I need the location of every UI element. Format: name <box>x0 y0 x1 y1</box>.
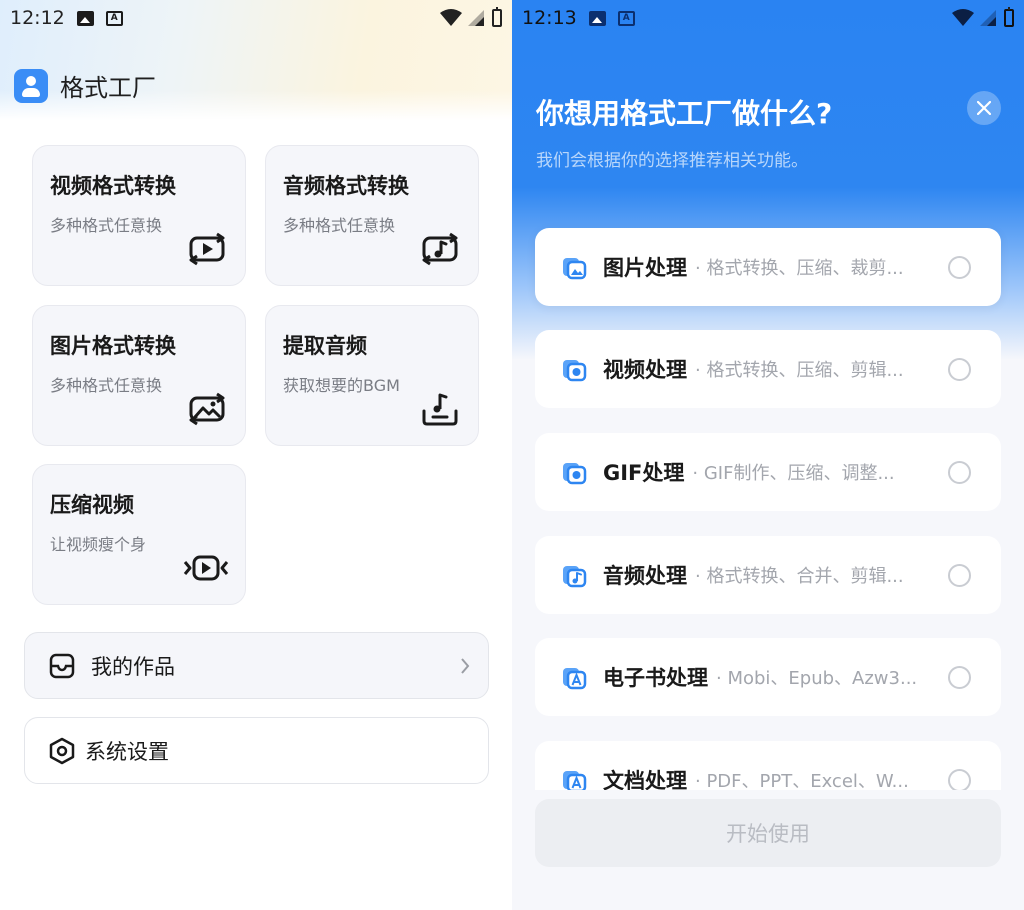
audio-process-icon <box>563 566 587 588</box>
option-name: 图片处理 <box>603 256 687 280</box>
card-subtitle: 多种格式任意换 <box>50 376 163 395</box>
gallery-notification-icon <box>76 10 94 26</box>
video-convert-icon <box>189 232 225 266</box>
compress-video-icon <box>183 555 229 581</box>
option-radio[interactable] <box>948 358 971 381</box>
option-radio[interactable] <box>948 461 971 484</box>
option-radio[interactable] <box>948 256 971 279</box>
card-image-convert[interactable]: 图片格式转换 多种格式任意换 <box>32 305 246 446</box>
card-subtitle: 多种格式任意换 <box>50 216 163 235</box>
card-title: 压缩视频 <box>50 493 134 517</box>
card-title: 视频格式转换 <box>50 174 176 198</box>
card-subtitle: 多种格式任意换 <box>283 216 396 235</box>
gif-process-icon <box>563 463 587 485</box>
start-button[interactable]: 开始使用 <box>535 799 1001 867</box>
option-image-process[interactable]: 图片处理 · 格式转换、压缩、裁剪... <box>535 228 1001 306</box>
card-extract-audio[interactable]: 提取音频 获取想要的BGM <box>265 305 479 446</box>
signal-icon <box>468 10 484 26</box>
option-description: · GIF制作、压缩、调整... <box>692 463 895 484</box>
status-bar: 12:12 A <box>0 0 512 36</box>
option-radio[interactable] <box>948 769 971 790</box>
option-description: · Mobi、Epub、Azw3... <box>716 668 918 689</box>
card-subtitle: 获取想要的BGM <box>283 376 400 395</box>
ebook-process-icon <box>563 668 587 690</box>
document-process-icon <box>563 771 587 790</box>
inbox-icon <box>49 653 75 678</box>
card-title: 图片格式转换 <box>50 334 176 358</box>
card-title: 提取音频 <box>283 334 367 358</box>
option-name: 音频处理 <box>603 564 687 588</box>
option-document-process[interactable]: 文档处理 · PDF、PPT、Excel、W... <box>535 741 1001 790</box>
my-works-row[interactable]: 我的作品 <box>24 632 489 699</box>
chevron-right-icon <box>461 658 470 674</box>
option-description: · 格式转换、合并、剪辑... <box>695 566 904 587</box>
settings-row[interactable]: 系统设置 <box>24 717 489 784</box>
options-list[interactable]: 图片处理 · 格式转换、压缩、裁剪... 视频处理 · 格式转换、压缩、剪辑..… <box>512 0 1024 790</box>
status-time: 12:12 <box>10 7 65 29</box>
app-logo-icon <box>14 68 48 103</box>
card-compress-video[interactable]: 压缩视频 让视频瘦个身 <box>32 464 246 605</box>
option-description: · 格式转换、压缩、裁剪... <box>695 258 904 279</box>
option-radio[interactable] <box>948 666 971 689</box>
settings-label: 系统设置 <box>85 739 169 764</box>
extract-audio-icon <box>422 393 458 426</box>
image-process-icon <box>563 258 587 280</box>
video-process-icon <box>563 360 587 382</box>
onboarding-screen: 12:13 A 你想用格式工厂做什么? 我们会根据你的选择推荐相关功能。 图片处… <box>512 0 1024 910</box>
battery-icon <box>492 7 502 27</box>
option-description: · 格式转换、压缩、剪辑... <box>695 360 904 381</box>
option-audio-process[interactable]: 音频处理 · 格式转换、合并、剪辑... <box>535 536 1001 614</box>
option-name: GIF处理 <box>603 461 685 485</box>
my-works-label: 我的作品 <box>91 654 175 679</box>
app-header: 格式工厂 <box>14 68 156 103</box>
card-video-convert[interactable]: 视频格式转换 多种格式任意换 <box>32 145 246 286</box>
option-name: 视频处理 <box>603 358 687 382</box>
card-subtitle: 让视频瘦个身 <box>50 535 147 554</box>
option-name: 电子书处理 <box>603 666 708 690</box>
home-screen: 12:12 A 格式工厂 视频格式转换 多种格式任意换 音频格式转换 多种格式任… <box>0 0 512 910</box>
card-title: 音频格式转换 <box>283 174 409 198</box>
option-ebook-process[interactable]: 电子书处理 · Mobi、Epub、Azw3... <box>535 638 1001 716</box>
option-name: 文档处理 <box>603 769 687 790</box>
audio-convert-icon <box>422 232 458 266</box>
option-gif-process[interactable]: GIF处理 · GIF制作、压缩、调整... <box>535 433 1001 511</box>
option-description: · PDF、PPT、Excel、W... <box>695 771 909 790</box>
card-audio-convert[interactable]: 音频格式转换 多种格式任意换 <box>265 145 479 286</box>
image-convert-icon <box>189 392 225 426</box>
option-radio[interactable] <box>948 564 971 587</box>
app-name: 格式工厂 <box>60 74 156 102</box>
option-video-process[interactable]: 视频处理 · 格式转换、压缩、剪辑... <box>535 330 1001 408</box>
wifi-icon <box>440 9 462 26</box>
settings-hexagon-icon <box>49 737 75 764</box>
app-notification-icon: A <box>105 10 123 26</box>
